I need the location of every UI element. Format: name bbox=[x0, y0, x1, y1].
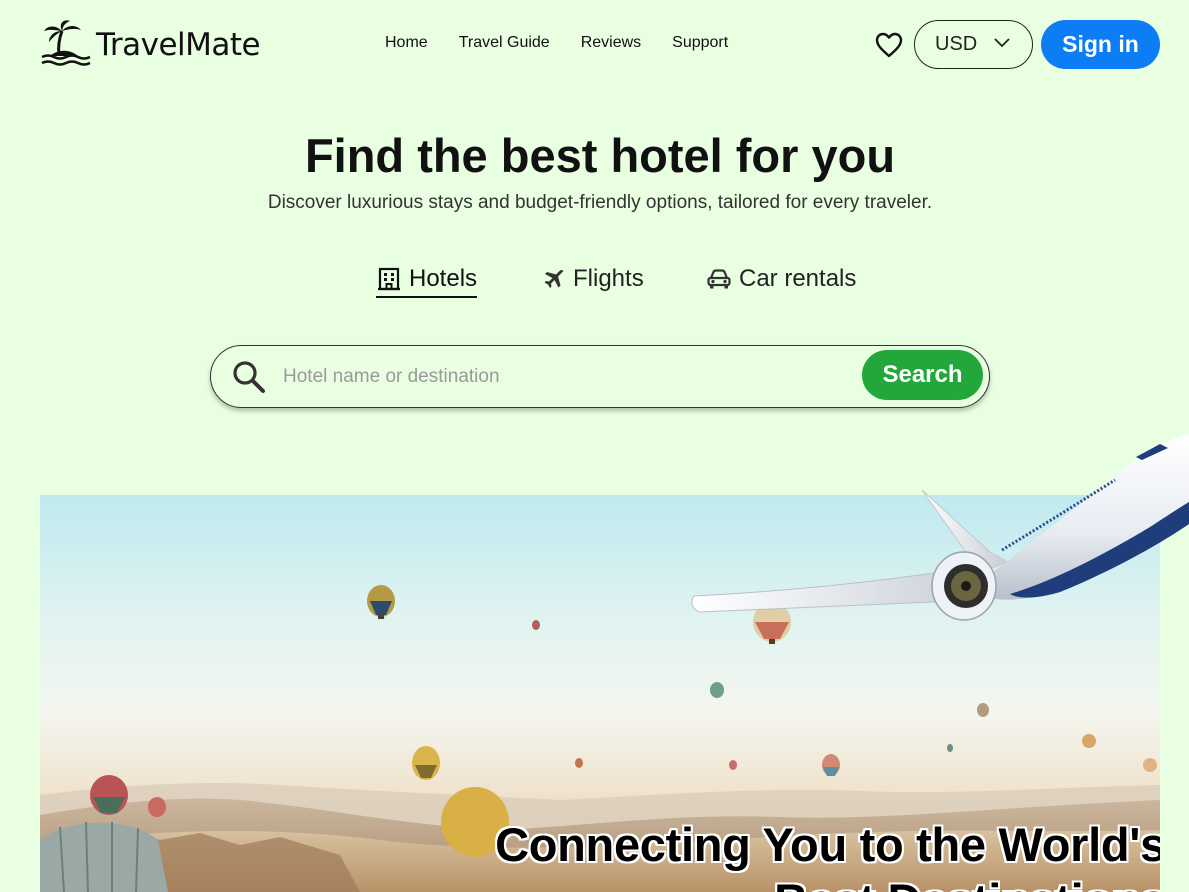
page-title: Find the best hotel for you bbox=[304, 129, 896, 182]
hotel-icon bbox=[378, 267, 400, 291]
chevron-down-icon bbox=[994, 38, 1010, 48]
search-icon bbox=[233, 361, 265, 393]
search-input[interactable] bbox=[281, 358, 851, 396]
brand-name: TravelMate bbox=[96, 27, 261, 63]
tab-car-rentals[interactable]: Car rentals bbox=[706, 262, 856, 296]
search-bar: Search bbox=[210, 345, 990, 408]
nav-item-home[interactable]: Home bbox=[385, 34, 428, 52]
logo[interactable]: TravelMate bbox=[40, 18, 261, 68]
palm-island-icon bbox=[41, 20, 91, 66]
search-button[interactable]: Search bbox=[862, 350, 983, 400]
main-nav: Home Travel Guide Reviews Support bbox=[385, 34, 759, 52]
tab-hotels-label: Hotels bbox=[409, 265, 478, 292]
site-header: TravelMate Home Travel Guide Reviews Sup… bbox=[0, 0, 1189, 90]
tab-car-rentals-label: Car rentals bbox=[739, 265, 857, 292]
heart-icon[interactable] bbox=[874, 30, 904, 60]
nav-item-support[interactable]: Support bbox=[672, 34, 728, 52]
airplane-icon bbox=[544, 269, 564, 288]
banner-caption: Connecting You to the World's Best Desti… bbox=[426, 817, 1160, 892]
banner-caption-line1: Connecting You to the World's bbox=[495, 818, 1160, 871]
nav-item-travel-guide[interactable]: Travel Guide bbox=[459, 34, 550, 52]
tab-flights-label: Flights bbox=[573, 265, 644, 292]
currency-value: USD bbox=[935, 33, 978, 55]
airplane-illustration bbox=[691, 434, 1189, 621]
car-icon bbox=[707, 269, 731, 289]
page-subtitle: Discover luxurious stays and budget-frie… bbox=[267, 192, 933, 213]
tab-hotels[interactable]: Hotels bbox=[376, 262, 478, 298]
currency-select[interactable]: USD bbox=[914, 20, 1033, 69]
nav-item-reviews[interactable]: Reviews bbox=[581, 34, 641, 52]
sign-in-button[interactable]: Sign in bbox=[1041, 20, 1160, 69]
tab-flights[interactable]: Flights bbox=[542, 262, 644, 296]
banner-caption-line2: Best Destinations bbox=[774, 874, 1160, 892]
